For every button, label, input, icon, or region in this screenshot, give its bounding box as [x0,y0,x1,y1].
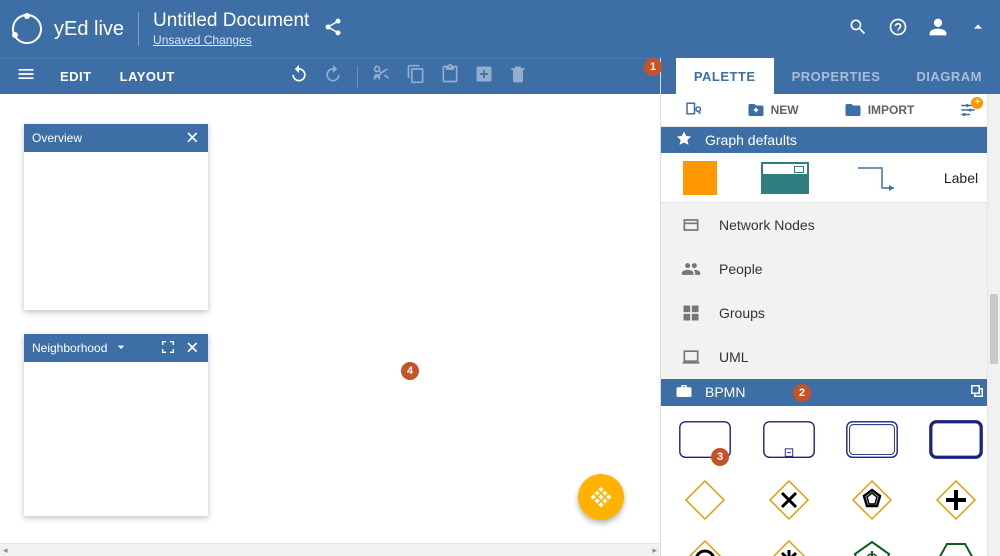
cat-label: Network Nodes [719,217,815,233]
import-label: IMPORT [868,103,915,117]
sidebar-scrollbar[interactable] [987,94,1000,556]
bpmn-shapes [661,406,1000,556]
star-icon [675,130,693,151]
neighborhood-body [24,362,208,516]
graph-defaults-label: Graph defaults [705,132,797,148]
undo-icon[interactable] [289,64,309,89]
app-logo-icon [12,14,42,44]
default-label-style[interactable]: Label [944,170,978,186]
import-palette-button[interactable]: IMPORT [844,101,915,119]
right-sidebar: PALETTE PROPERTIES DIAGRAM NEW IMPORT + … [660,58,1000,556]
callout-4: 4 [401,362,419,380]
menu-icon[interactable] [6,64,46,89]
chevron-up-icon[interactable] [968,17,988,42]
horizontal-scrollbar[interactable] [0,543,660,556]
bpmn-gateway-event[interactable] [669,536,741,556]
bpmn-gateway[interactable] [669,476,741,524]
share-icon[interactable] [323,17,343,42]
palette-actions: NEW IMPORT + [661,94,1000,127]
cat-label: People [719,261,763,277]
default-group-style[interactable] [761,162,809,194]
category-people[interactable]: People [661,247,1000,291]
document-block[interactable]: Untitled Document Unsaved Changes [153,10,309,48]
bpmn-gateway-inclusive[interactable] [837,476,909,524]
menu-layout[interactable]: LAYOUT [106,69,189,84]
section-graph-defaults[interactable]: Graph defaults [661,127,1000,153]
palette-settings-icon[interactable]: + [959,101,977,119]
delete-icon[interactable] [508,64,528,89]
bpmn-event-hexagon[interactable] [920,536,992,556]
tab-properties[interactable]: PROPERTIES [774,58,899,94]
neighborhood-panel: Neighborhood [24,334,208,516]
overview-panel: Overview [24,124,208,310]
redo-icon[interactable] [323,64,343,89]
neighborhood-header[interactable]: Neighborhood [24,334,208,362]
account-icon[interactable] [928,17,948,42]
overview-header[interactable]: Overview [24,124,208,152]
bpmn-gateway-exclusive[interactable] [753,476,825,524]
callout-3: 3 [711,448,729,466]
default-edge-style[interactable] [852,162,900,194]
divider [138,12,139,46]
callout-2: 2 [793,384,811,402]
cut-icon[interactable] [372,64,392,89]
palette-search-icon[interactable] [684,101,702,119]
close-icon[interactable] [184,339,200,358]
app-name: yEd live [54,18,124,41]
cat-label: Groups [719,305,765,321]
category-uml[interactable]: UML [661,335,1000,379]
plus-badge-icon: + [971,97,983,109]
cat-label: UML [719,349,749,365]
bpmn-event-pentagon[interactable] [837,536,909,556]
category-list: Network Nodes People Groups UML [661,203,1000,379]
menu-edit[interactable]: EDIT [46,69,106,84]
titlebar: yEd live Untitled Document Unsaved Chang… [0,0,1000,58]
overview-body [24,152,208,310]
bpmn-gateway-parallel[interactable] [920,476,992,524]
copy-icon[interactable] [406,64,426,89]
close-icon[interactable] [184,129,200,148]
tab-diagram[interactable]: DIAGRAM [898,58,1000,94]
add-page-icon[interactable] [474,64,494,89]
section-bpmn[interactable]: BPMN [661,379,1000,405]
briefcase-icon [675,382,693,403]
separator [357,66,358,88]
callout-1: 1 [644,58,662,76]
defaults-row: Label [661,153,1000,203]
document-status[interactable]: Unsaved Changes [153,34,309,48]
bpmn-gateway-complex[interactable] [753,536,825,556]
neighborhood-title: Neighborhood [32,341,107,355]
fab-grid-icon[interactable] [578,474,624,520]
tool-icons [289,64,528,89]
fullscreen-icon[interactable] [160,339,176,358]
category-groups[interactable]: Groups [661,291,1000,335]
category-network-nodes[interactable]: Network Nodes [661,203,1000,247]
search-icon[interactable] [848,17,868,42]
bpmn-call-activity[interactable] [920,416,992,464]
paste-icon[interactable] [440,64,460,89]
app-logo-block: yEd live [12,14,124,44]
topbar-actions [848,17,988,42]
bpmn-subprocess[interactable] [753,416,825,464]
bpmn-task[interactable] [669,416,741,464]
detach-icon[interactable] [968,382,986,403]
help-icon[interactable] [888,17,908,42]
default-node-style[interactable] [683,161,717,195]
new-label: NEW [771,103,799,117]
new-palette-button[interactable]: NEW [747,101,799,119]
document-title: Untitled Document [153,10,309,32]
sidebar-tabs: PALETTE PROPERTIES DIAGRAM [661,58,1000,94]
overview-title: Overview [32,131,82,145]
bpmn-label: BPMN [705,384,745,400]
tab-palette[interactable]: PALETTE [676,58,774,94]
bpmn-transaction[interactable] [837,416,909,464]
chevron-down-icon[interactable] [113,339,129,358]
